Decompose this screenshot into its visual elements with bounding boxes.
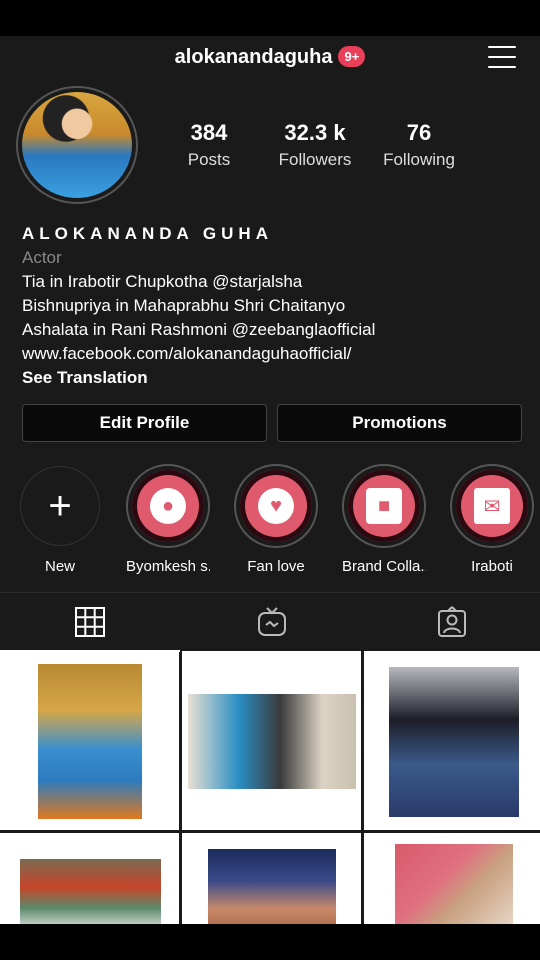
highlight-label: Fan love <box>247 558 305 575</box>
gift-icon: ■ <box>366 488 402 524</box>
profile-bio: ALOKANANDA GUHA Actor Tia in Irabotir Ch… <box>22 222 522 390</box>
username-title[interactable]: alokanandaguha 9+ <box>0 46 540 69</box>
bottom-black-bar <box>0 924 540 960</box>
love-letter-icon: ✉ <box>474 488 510 524</box>
post-thumbnail[interactable] <box>364 833 540 924</box>
tagged-icon[interactable] <box>435 605 469 639</box>
highlight-label: Iraboti <box>471 558 513 575</box>
profile-header: alokanandaguha 9+ <box>0 36 540 84</box>
highlight-fan-love[interactable]: ♥ Fan love <box>234 464 318 575</box>
plus-icon: + <box>20 466 100 546</box>
following-count: 76 <box>406 120 432 145</box>
followers-count: 32.3 k <box>284 120 346 145</box>
profile-avatar[interactable] <box>16 86 138 204</box>
top-black-bar <box>0 0 540 36</box>
notification-badge[interactable]: 9+ <box>338 46 366 67</box>
posts-grid <box>0 651 540 924</box>
stat-followers[interactable]: 32.3 k Followers <box>270 120 360 170</box>
bio-line: Ashalata in Rani Rashmoni @zeebanglaoffi… <box>22 320 376 339</box>
highlight-label: Byomkesh s... <box>126 558 210 575</box>
username-text: alokanandaguha <box>174 46 333 68</box>
stat-following[interactable]: 76 Following <box>376 120 462 170</box>
highlight-iraboti[interactable]: ✉ Iraboti <box>450 464 534 575</box>
bio-line: Tia in Irabotir Chupkotha @starjalsha <box>22 272 303 291</box>
category-label: Actor <box>22 248 62 267</box>
following-label: Following <box>383 150 455 169</box>
post-thumbnail[interactable] <box>182 651 361 830</box>
profile-tabs <box>0 592 540 652</box>
promotions-button[interactable]: Promotions <box>277 404 522 442</box>
posts-label: Posts <box>187 150 231 169</box>
post-thumbnail[interactable] <box>0 651 179 830</box>
grid-icon[interactable] <box>73 605 107 639</box>
edit-profile-button[interactable]: Edit Profile <box>22 404 267 442</box>
post-thumbnail[interactable] <box>182 833 361 924</box>
igtv-icon[interactable] <box>255 605 289 639</box>
see-translation-link[interactable]: See Translation <box>22 366 522 390</box>
highlight-byomkesh[interactable]: ● Byomkesh s... <box>126 464 210 575</box>
followers-label: Followers <box>278 150 352 169</box>
highlight-brand-collab[interactable]: ■ Brand Colla... <box>342 464 426 575</box>
highlight-label: New <box>44 558 75 575</box>
heart-balloons-icon: ♥ <box>258 488 294 524</box>
bio-website-link[interactable]: www.facebook.com/alokanandaguhaofficial/ <box>22 342 522 366</box>
stat-posts[interactable]: 384 Posts <box>160 120 258 170</box>
hamburger-menu-icon[interactable] <box>488 46 516 70</box>
post-thumbnail[interactable] <box>364 651 540 830</box>
highlight-new[interactable]: + New <box>18 464 102 575</box>
post-thumbnail[interactable] <box>0 833 179 924</box>
posts-count: 384 <box>190 120 228 145</box>
bio-line: Bishnupriya in Mahaprabhu Shri Chaitanyo <box>22 296 346 315</box>
profile-screen: alokanandaguha 9+ 384 Posts 32.3 k Follow… <box>0 36 540 924</box>
display-name: ALOKANANDA GUHA <box>22 224 273 243</box>
highlight-label: Brand Colla... <box>342 558 426 575</box>
lightbulb-icon: ● <box>150 488 186 524</box>
